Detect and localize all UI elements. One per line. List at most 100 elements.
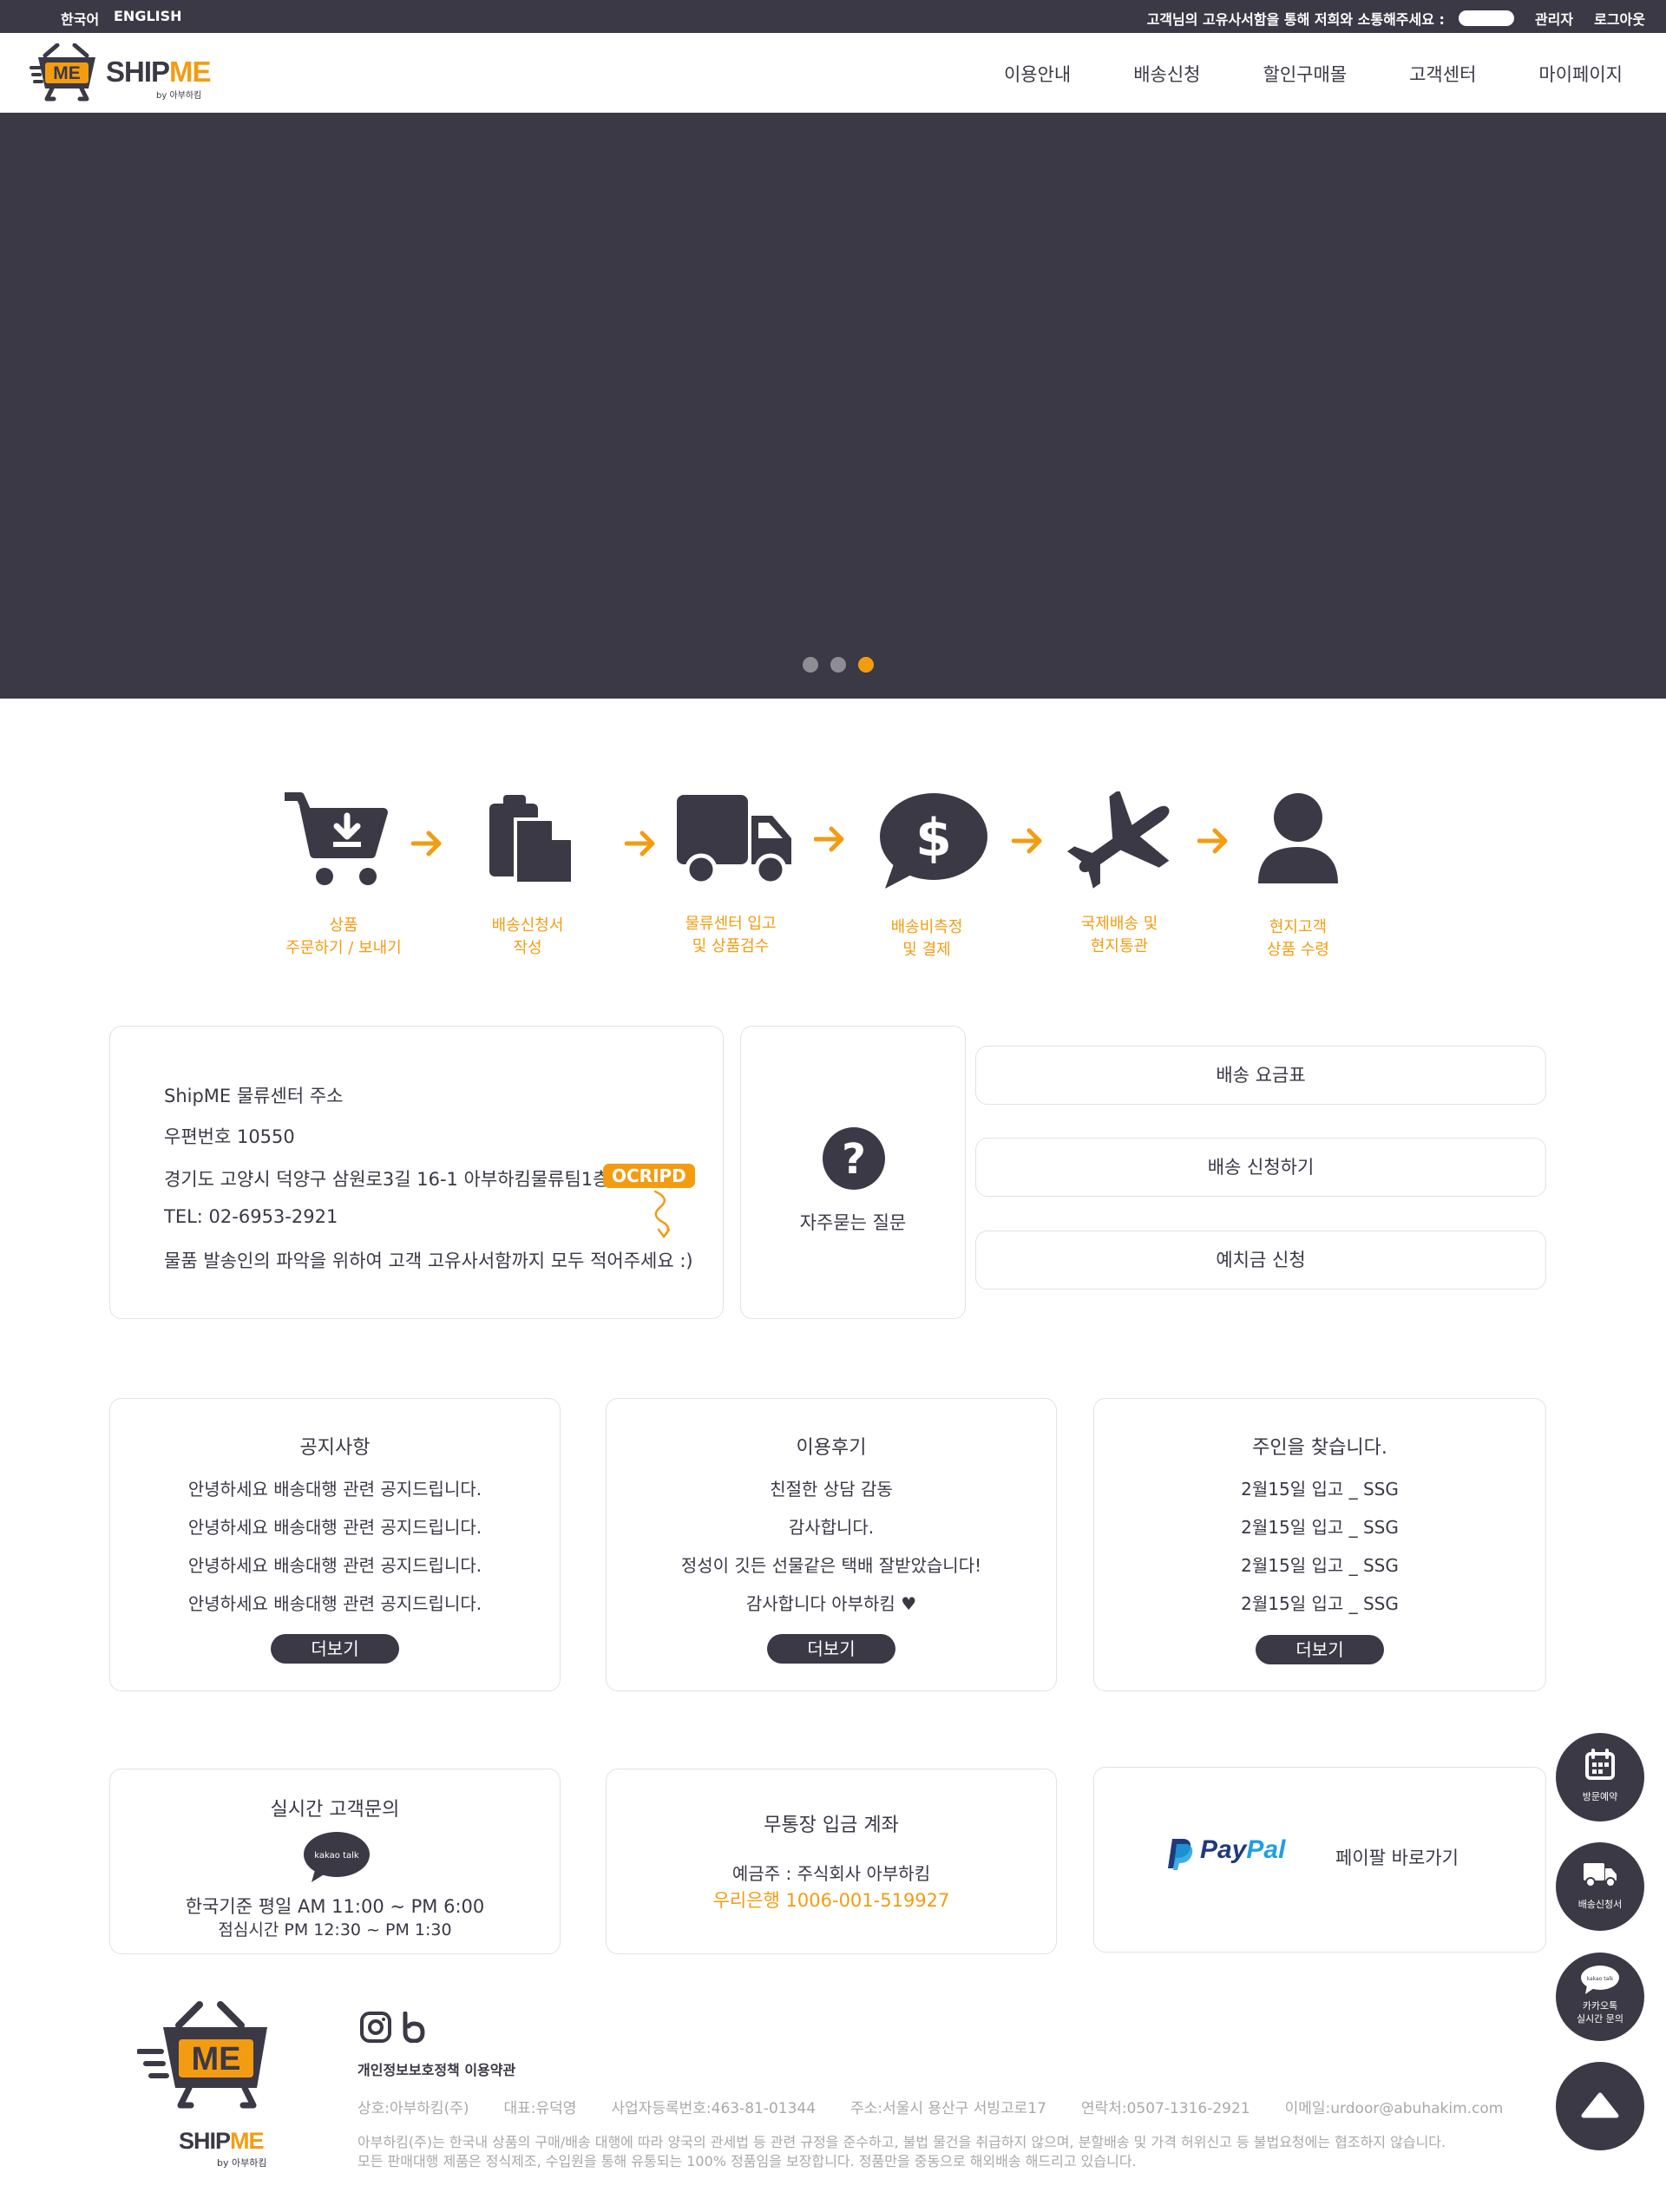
nav-mypage[interactable]: 마이페이지 xyxy=(1538,61,1623,87)
kakao-inquiry-button[interactable]: kakao talk 카카오톡 실시간 문의 xyxy=(1556,1953,1644,2041)
lost-found-title: 주인을 찾습니다. xyxy=(1252,1437,1387,1459)
step-label: 국제배송 및 현지통관 xyxy=(1080,915,1158,955)
nav-ship-request[interactable]: 배송신청 xyxy=(1133,61,1200,87)
nav-guide[interactable]: 이용안내 xyxy=(1004,61,1071,87)
kakao-talk-icon[interactable]: kakao talk xyxy=(303,1832,371,1882)
top-bar: 한국어 ENGLISH 고객님의 고유사서함을 통해 저희와 소통해주세요 : … xyxy=(0,0,1666,33)
mailbox-code-badge: OCRIPD xyxy=(603,1164,695,1188)
review-row[interactable]: 감사합니다 아부하킴 ♥ xyxy=(607,1590,1056,1615)
logout-link[interactable]: 로그아웃 xyxy=(1594,8,1645,29)
admin-link[interactable]: 관리자 xyxy=(1535,8,1573,29)
ship-apply-button[interactable]: 배송 신청하기 xyxy=(975,1138,1546,1197)
footer-logo-subtitle: by 아부하킴 xyxy=(217,2157,267,2169)
truck-icon xyxy=(1584,1863,1617,1887)
footer-wordmark-me: ME xyxy=(230,2128,264,2154)
step-label: 상품 주문하기 / 보내기 xyxy=(285,916,402,957)
instagram-icon[interactable] xyxy=(360,2012,391,2043)
paypal-icon xyxy=(1168,1839,1193,1870)
kakao-talk-text: kakao talk xyxy=(314,1851,359,1861)
bank-title: 무통장 입금 계좌 xyxy=(764,1815,899,1836)
lost-found-row[interactable]: 2월15일 입고 _ SSG xyxy=(1094,1552,1545,1577)
review-row[interactable]: 친절한 상담 감동 xyxy=(607,1475,1056,1500)
logo-wordmark-me: ME xyxy=(169,56,211,88)
notice-board: 공지사항 안녕하세요 배송대행 관련 공지드립니다. 안녕하세요 배송대행 관련… xyxy=(109,1398,561,1691)
notice-row[interactable]: 안녕하세요 배송대행 관련 공지드립니다. xyxy=(110,1513,560,1539)
cart-download-icon xyxy=(285,792,388,885)
live-support-box: 실시간 고객문의 kakao talk 한국기준 평일 AM 11:00 ~ P… xyxy=(109,1769,561,1954)
step-label: 배송비측정 및 결제 xyxy=(890,918,963,959)
notice-row[interactable]: 안녕하세요 배송대행 관련 공지드립니다. xyxy=(110,1552,560,1577)
step-label: 현지고객 상품 수령 xyxy=(1267,918,1329,959)
mailbox-id-pill xyxy=(1458,10,1514,26)
hero-banner[interactable] xyxy=(0,113,1666,699)
footer-phone: 연락처:0507-1316-2921 xyxy=(1080,2100,1250,2117)
svg-text:$: $ xyxy=(915,808,952,869)
footer-address: 주소:서울시 용산구 서빙고로17 xyxy=(850,2100,1046,2117)
step-person xyxy=(1256,791,1340,887)
ship-form-button[interactable]: 배송신청서 xyxy=(1556,1842,1644,1931)
paypal-wordmark-pay: Pay xyxy=(1200,1835,1247,1864)
footer-wordmark-ship: SHIP xyxy=(179,2128,231,2154)
carousel-dot-active[interactable] xyxy=(858,657,874,673)
lost-found-more-button[interactable]: 더보기 xyxy=(1256,1635,1384,1664)
review-board: 이용후기 친절한 상담 감동 감사합니다. 정성이 깃든 선물같은 택배 잘받았… xyxy=(606,1398,1057,1691)
arrow-right-icon xyxy=(411,830,442,857)
lost-found-row[interactable]: 2월15일 입고 _ SSG xyxy=(1094,1590,1545,1615)
paypal-box[interactable]: PayPal 페이팔 바로가기 xyxy=(1093,1767,1546,1953)
address-note: 물품 발송인의 파악을 위하여 고객 고유사서함까지 모두 적어주세요 :) xyxy=(164,1250,693,1271)
lang-ko-link[interactable]: 한국어 xyxy=(61,8,99,29)
svg-text:?: ? xyxy=(842,1135,866,1184)
notice-more-button[interactable]: 더보기 xyxy=(271,1634,399,1664)
footer-notice-line: 아부하킴(주)는 한국내 상품의 구매/배송 대행에 따라 양국의 관세법 등 … xyxy=(357,2134,1446,2150)
address-zip: 우편번호 10550 xyxy=(164,1126,295,1147)
address-title: ShipME 물류센터 주소 xyxy=(164,1086,344,1106)
carousel-dot[interactable] xyxy=(803,657,818,673)
visit-reservation-button[interactable]: 방문예약 xyxy=(1556,1733,1644,1821)
paypal-link-label[interactable]: 페이팔 바로가기 xyxy=(1335,1844,1459,1870)
truck-icon xyxy=(677,795,791,886)
nav-discount-mall[interactable]: 할인구매몰 xyxy=(1263,61,1348,87)
footer-ceo: 대표:유덕영 xyxy=(503,2100,577,2117)
rate-table-button[interactable]: 배송 요금표 xyxy=(975,1046,1546,1105)
footer-bizno: 사업자등록번호:463-81-01344 xyxy=(611,2100,817,2117)
footer-policy-links[interactable]: 개인정보보호정책 이용약관 xyxy=(357,2058,515,2079)
logo-wordmark: SHIPME xyxy=(106,56,212,89)
notice-row[interactable]: 안녕하세요 배송대행 관련 공지드립니다. xyxy=(110,1590,560,1615)
review-row[interactable]: 감사합니다. xyxy=(607,1513,1056,1539)
person-icon xyxy=(1258,793,1338,883)
arrow-right-icon xyxy=(1012,828,1042,854)
lost-found-row[interactable]: 2월15일 입고 _ SSG xyxy=(1094,1475,1545,1500)
faq-box[interactable]: ? 자주묻는 질문 xyxy=(740,1026,966,1319)
footer-notice-line: 모든 판매대행 제품은 정식제조, 수입원을 통해 유통되는 100% 정품임을… xyxy=(357,2153,1137,2169)
step-cart xyxy=(281,791,389,887)
address-tel: TEL: 02-6953-2921 xyxy=(164,1206,338,1227)
site-header: ME SHIPME by 아부하킴 이용안내 배송신청 할인구매몰 고객센터 마… xyxy=(0,33,1666,113)
footer-wordmark: SHIPME xyxy=(179,2128,265,2155)
lost-found-row[interactable]: 2월15일 입고 _ SSG xyxy=(1094,1513,1545,1539)
support-hours: 한국기준 평일 AM 11:00 ~ PM 6:00 xyxy=(185,1896,485,1917)
footer-basket-icon: ME xyxy=(136,2001,267,2109)
footer-email: 이메일:urdoor@abuhakim.com xyxy=(1284,2100,1504,2117)
arrow-right-icon xyxy=(625,830,655,857)
lang-en-link[interactable]: ENGLISH xyxy=(114,8,182,24)
footer-sns xyxy=(360,2012,426,2043)
review-title: 이용후기 xyxy=(796,1437,867,1459)
logo-subtitle: by 아부하킴 xyxy=(156,91,202,101)
site-logo[interactable]: ME SHIPME by 아부하킴 xyxy=(30,43,212,104)
blog-icon[interactable] xyxy=(402,2012,426,2043)
dollar-speech-icon: $ xyxy=(880,793,987,889)
review-more-button[interactable]: 더보기 xyxy=(767,1634,895,1664)
paypal-wordmark-pal: Pal xyxy=(1246,1835,1286,1864)
kakao-label-1: 카카오톡 xyxy=(1582,2000,1618,2012)
kakao-label-2: 실시간 문의 xyxy=(1576,2013,1624,2025)
carousel-dot[interactable] xyxy=(830,657,846,673)
mailbox-message: 고객님의 고유사서함을 통해 저희와 소통해주세요 : xyxy=(1146,11,1445,28)
address-street: 경기도 고양시 덕양구 삼원로3길 16-1 아부하킴물류팀1층 xyxy=(164,1169,610,1190)
review-row[interactable]: 정성이 깃든 선물같은 택배 잘받았습니다! xyxy=(607,1552,1056,1577)
nav-customer-center[interactable]: 고객센터 xyxy=(1409,61,1476,87)
scroll-top-button[interactable] xyxy=(1556,2062,1644,2150)
deposit-apply-button[interactable]: 예치금 신청 xyxy=(975,1231,1546,1290)
logo-basket-text: ME xyxy=(53,63,81,83)
notice-title: 공지사항 xyxy=(299,1437,371,1459)
notice-row[interactable]: 안녕하세요 배송대행 관련 공지드립니다. xyxy=(110,1475,560,1500)
